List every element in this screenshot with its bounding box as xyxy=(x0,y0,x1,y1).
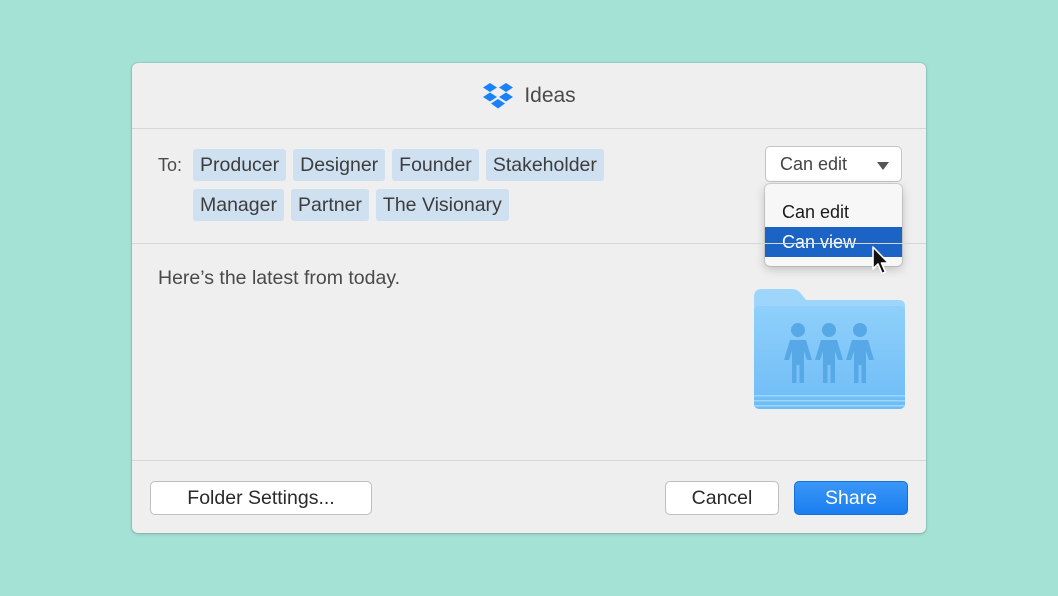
recipient-chip[interactable]: Manager xyxy=(193,189,284,221)
permission-current-value: Can edit xyxy=(780,153,848,174)
recipient-chip[interactable]: Founder xyxy=(392,149,479,181)
recipient-chip[interactable]: Designer xyxy=(293,149,386,181)
shared-folder-icon xyxy=(754,289,905,409)
share-button[interactable]: Share xyxy=(794,481,908,515)
folder-settings-button[interactable]: Folder Settings... xyxy=(150,481,372,515)
menu-item-can-edit[interactable]: Can edit xyxy=(765,197,902,227)
mouse-pointer-icon xyxy=(872,246,890,275)
recipient-row-2: Manager Partner The Visionary xyxy=(193,189,509,221)
recipient-chip[interactable]: The Visionary xyxy=(375,189,509,221)
chevron-down-icon xyxy=(877,162,889,170)
recipient-chip[interactable]: Producer xyxy=(193,149,287,181)
dialog-title-bar: Ideas xyxy=(132,63,926,129)
recipient-chip[interactable]: Stakeholder xyxy=(485,149,604,181)
dropbox-logo-icon xyxy=(483,82,514,108)
divider xyxy=(132,460,926,461)
dialog-title: Ideas xyxy=(524,83,576,107)
recipient-row-1: Producer Designer Founder Stakeholder xyxy=(193,149,604,181)
cancel-button[interactable]: Cancel xyxy=(665,481,779,515)
permission-dropdown[interactable]: Can edit xyxy=(765,146,902,182)
message-text[interactable]: Here’s the latest from today. xyxy=(158,267,400,290)
to-label: To: xyxy=(158,155,183,175)
share-dialog: Ideas To: Producer Designer Founder Stak… xyxy=(132,63,926,533)
divider xyxy=(132,243,926,244)
recipient-chip[interactable]: Partner xyxy=(290,189,369,221)
